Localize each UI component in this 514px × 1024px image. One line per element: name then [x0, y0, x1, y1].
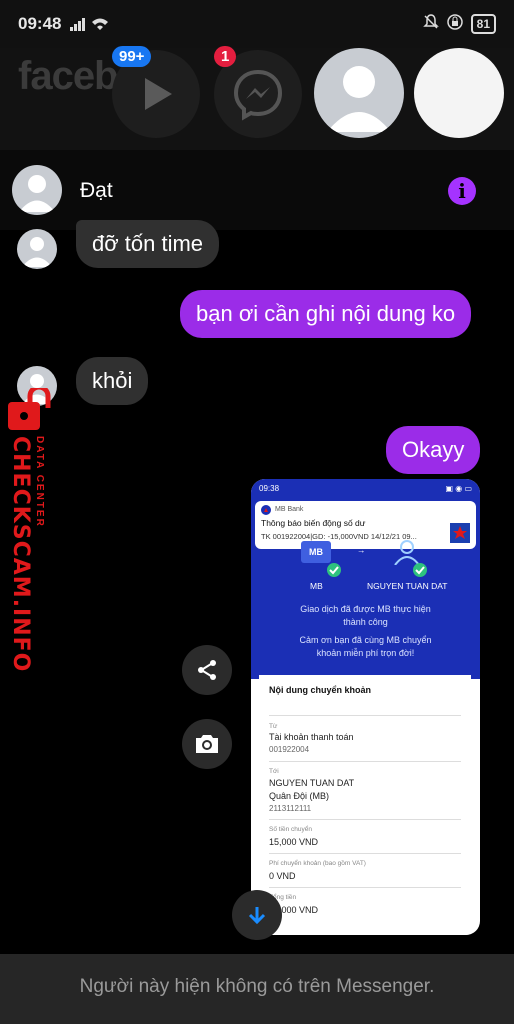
contact-avatar[interactable] — [12, 165, 62, 215]
from-account-type: Tài khoản thanh toán — [269, 732, 354, 742]
mb-logo-icon — [261, 505, 271, 515]
share-icon — [198, 660, 216, 680]
check-icon — [413, 563, 427, 577]
fee-value: 0 VND — [269, 871, 296, 881]
divider — [269, 853, 461, 854]
contact-avatar-small — [17, 229, 57, 269]
battery-indicator: 81 — [470, 14, 496, 34]
check-icon — [327, 563, 341, 577]
message-bubble-outgoing[interactable]: bạn ơi cần ghi nội dung ko — [180, 290, 472, 338]
watermark-brand: CHECKSCAM.INFO — [8, 436, 33, 673]
messenger-notification-badge: 1 — [214, 46, 237, 67]
watermark-subtitle: DATA CENTER — [34, 436, 45, 528]
camera-icon — [196, 735, 218, 753]
thanks-text-cont: khoản miễn phí trọn đời! — [316, 648, 415, 658]
unavailable-footer: Người này hiện không có trên Messenger. — [0, 954, 514, 1024]
from-account: 001922004 — [269, 745, 310, 754]
contact-name[interactable]: Đạt — [80, 179, 113, 203]
fee-key: Phí chuyển khoản (bao gồm VAT) — [269, 860, 366, 867]
transfer-details-card: Nội dung chuyển khoản Từ Tài khoản thanh… — [259, 675, 471, 935]
notification-thumbnail — [450, 523, 470, 543]
divider — [269, 761, 461, 762]
details-title: Nội dung chuyển khoản — [269, 685, 372, 695]
message-bubble-incoming[interactable]: khỏi — [76, 357, 149, 405]
shared-image-message[interactable]: 09:38 ▣ ◉ ▭ MB Bank Thông báo biến động … — [251, 479, 480, 935]
lock-watermark-icon — [8, 388, 51, 430]
scroll-to-bottom-button[interactable] — [232, 890, 282, 940]
message-bubble-incoming[interactable]: đỡ tốn time — [76, 220, 220, 268]
lock-icon — [446, 14, 463, 34]
checkscam-watermark: CHECKSCAM.INFO DATA CENTER — [2, 388, 56, 672]
watch-notification-badge: 99+ — [112, 46, 152, 67]
share-button[interactable] — [182, 645, 232, 695]
signal-wifi-icon — [70, 16, 110, 35]
sender-bank-label: MB — [310, 581, 323, 591]
divider — [269, 819, 461, 820]
mb-card-icon: MB — [301, 541, 331, 563]
to-account: 2113112111 — [269, 804, 312, 813]
amount-key: Số tiền chuyển — [269, 826, 313, 833]
notification-app-name: MB Bank — [275, 506, 304, 513]
status-time: 09:48 — [18, 14, 62, 33]
info-icon[interactable]: i — [448, 177, 476, 205]
arrow-down-icon — [248, 907, 266, 925]
recipient-label: NGUYEN TUAN DAT — [367, 581, 448, 591]
bank-app-header: 09:38 ▣ ◉ ▭ MB Bank Thông báo biến động … — [251, 479, 480, 679]
to-key: Tới — [269, 768, 279, 775]
bank-notification: MB Bank Thông báo biến động số dư TK 001… — [255, 501, 476, 549]
to-name: NGUYEN TUAN DAT — [269, 778, 355, 788]
facebook-logo: faceb — [18, 54, 118, 98]
message-bubble-outgoing[interactable]: Okayy — [386, 426, 481, 474]
thanks-text: Cảm ơn bạn đã cùng MB chuyển — [299, 635, 432, 645]
active-chat-head[interactable] — [414, 48, 504, 138]
notification-title: Thông báo biến động số dư — [261, 518, 366, 528]
image-status-icons: ▣ ◉ ▭ — [445, 484, 472, 493]
from-key: Từ — [269, 723, 278, 730]
image-status-time: 09:38 — [259, 484, 280, 493]
to-bank: Quân Đội (MB) — [269, 791, 330, 801]
status-bar: 09:48 81 — [0, 0, 514, 48]
camera-button[interactable] — [182, 719, 232, 769]
arrow-icon: → — [357, 545, 366, 555]
unavailable-notice: Người này hiện không có trên Messenger. — [79, 976, 435, 997]
success-text-cont: thành công — [343, 617, 388, 627]
recipient-icon — [394, 540, 420, 565]
success-text: Giao dịch đã được MB thực hiện — [300, 604, 431, 614]
divider — [269, 715, 461, 716]
status-right-icons: 81 — [422, 14, 496, 34]
amount-value: 15,000 VND — [269, 837, 319, 847]
divider — [269, 887, 461, 888]
contact-chat-head[interactable] — [314, 48, 404, 138]
bell-off-icon — [422, 14, 439, 34]
chat-header: Đạt i — [0, 150, 514, 230]
